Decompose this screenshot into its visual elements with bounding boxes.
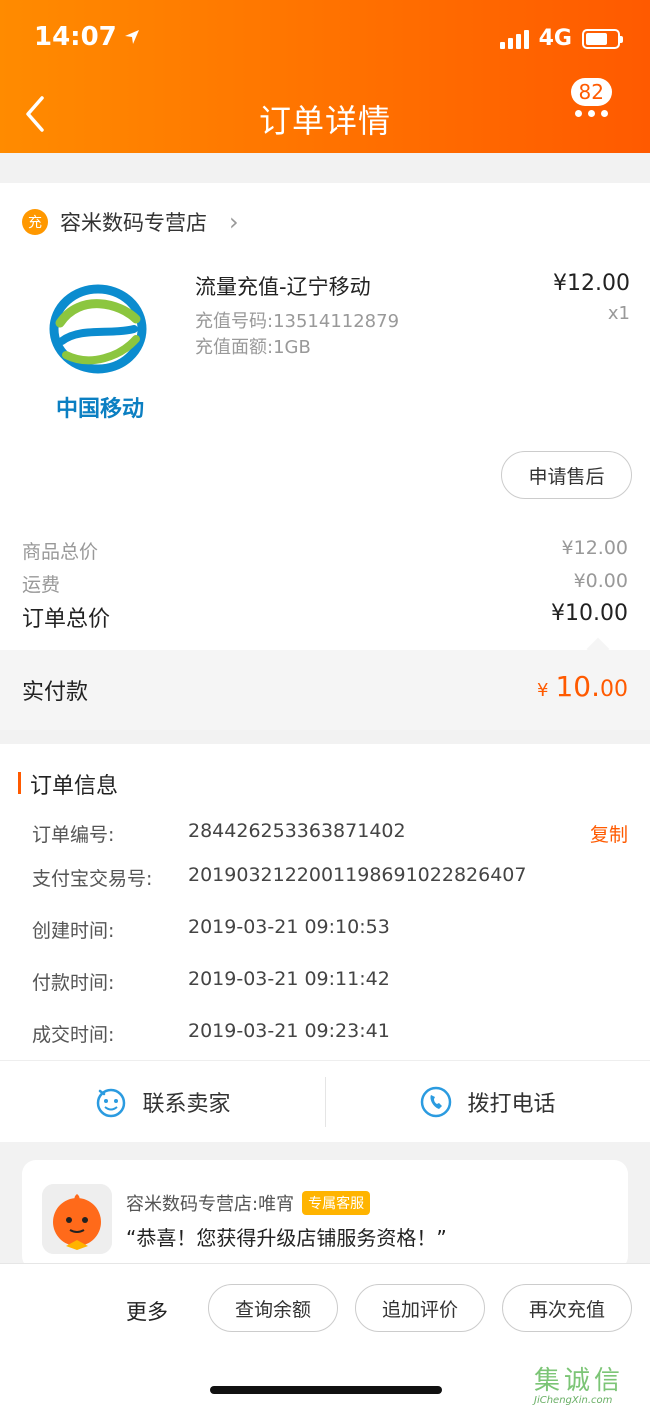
service-message-text: “恭喜！您获得升级店铺服务资格！” xyxy=(126,1226,447,1250)
header: 14:07 4G 订单详情 82 xyxy=(0,0,650,153)
info-value: 2019-03-21 09:10:53 xyxy=(188,916,390,938)
service-message-card[interactable]: 容米数码专营店:唯宵 专属客服 “恭喜！您获得升级店铺服务资格！” xyxy=(22,1160,628,1270)
clock: 14:07 xyxy=(34,22,117,52)
paid-amount: ¥ 10.00 xyxy=(537,670,628,703)
info-key: 付款时间: xyxy=(32,972,115,994)
shipping-value: ¥0.00 xyxy=(573,570,628,592)
copy-button[interactable]: 复制 xyxy=(590,820,628,847)
china-mobile-logo-icon xyxy=(49,284,147,374)
info-value: 2019-03-21 09:11:42 xyxy=(188,968,390,990)
info-value: 2019032122001198691022826407 xyxy=(188,864,527,886)
exclusive-service-tag: 专属客服 xyxy=(302,1191,371,1215)
info-key: 支付宝交易号: xyxy=(32,868,153,890)
goods-total-label: 商品总价 xyxy=(22,541,99,563)
network-label: 4G xyxy=(538,26,572,51)
location-arrow-icon xyxy=(124,30,139,44)
message-count-badge: 82 xyxy=(570,78,612,106)
china-mobile-logo[interactable]: 中国移动 xyxy=(40,283,160,423)
order-info-card: 订单信息 订单编号: 284426253363871402 复制 支付宝交易号:… xyxy=(0,744,650,1060)
watermark-cn: 集诚信 xyxy=(534,1366,625,1396)
contact-bar: 联系卖家 拨打电话 xyxy=(0,1060,650,1142)
service-avatar xyxy=(42,1184,112,1254)
watermark: 集诚信 JiChengXin.com xyxy=(534,1360,644,1406)
shop-name: 容米数码专营店 xyxy=(60,211,207,235)
product-price: ¥12.00 xyxy=(553,271,630,296)
add-review-button[interactable]: 追加评价 xyxy=(355,1284,485,1332)
goods-total-row: 商品总价 ¥12.00 xyxy=(22,537,628,564)
recharge-icon: 充 xyxy=(22,209,48,235)
info-key: 成交时间: xyxy=(32,1024,115,1046)
section-accent-bar xyxy=(18,772,21,794)
more-dots-icon xyxy=(575,110,608,117)
after-sale-button[interactable]: 申请售后 xyxy=(501,451,632,499)
info-key: 订单编号: xyxy=(32,824,115,846)
order-total-value: ¥10.00 xyxy=(551,601,628,626)
shipping-row: 运费 ¥0.00 xyxy=(22,570,628,597)
paid-decimal: 00 xyxy=(600,677,628,702)
phone-icon xyxy=(421,1086,452,1118)
order-total-label: 订单总价 xyxy=(22,607,111,632)
goods-total-value: ¥12.00 xyxy=(561,537,628,559)
recharge-phone: 充值号码:13514112879 xyxy=(195,311,400,332)
more-menu-button[interactable]: 82 xyxy=(570,78,630,140)
info-value: 284426253363871402 xyxy=(188,820,406,842)
chat-face-icon xyxy=(97,1088,126,1118)
nav-bar: 订单详情 82 xyxy=(0,78,650,153)
bottom-action-bar: 更多 查询余额 追加评价 再次充值 集诚信 JiChengXin.com xyxy=(0,1263,650,1407)
service-name-row: 容米数码专营店:唯宵 专属客服 xyxy=(126,1190,371,1216)
info-value: 2019-03-21 09:23:41 xyxy=(188,1020,390,1042)
call-phone-button[interactable]: 拨打电话 xyxy=(325,1061,650,1143)
order-total-row: 订单总价 ¥10.00 xyxy=(22,601,628,633)
recharge-again-button[interactable]: 再次充值 xyxy=(502,1284,632,1332)
signal-icon xyxy=(499,29,529,49)
chevron-right-icon: › xyxy=(229,208,239,236)
check-balance-button[interactable]: 查询余额 xyxy=(208,1284,338,1332)
home-indicator[interactable] xyxy=(210,1386,442,1394)
more-button[interactable]: 更多 xyxy=(126,1296,168,1326)
paid-label: 实付款 xyxy=(22,680,89,705)
order-info-title: 订单信息 xyxy=(30,774,119,799)
paid-currency: ¥ xyxy=(537,680,549,701)
shop-link[interactable]: 充 容米数码专营店 › xyxy=(22,207,239,237)
battery-icon xyxy=(582,28,623,49)
paid-amount-row: 实付款 ¥ 10.00 xyxy=(0,637,650,730)
status-time: 14:07 xyxy=(34,22,141,52)
contact-seller-button[interactable]: 联系卖家 xyxy=(0,1061,325,1143)
paid-integer: 10. xyxy=(555,670,600,703)
product-qty: x1 xyxy=(607,303,630,324)
shipping-label: 运费 xyxy=(22,574,61,596)
brand-text: 中国移动 xyxy=(55,397,144,422)
product-title[interactable]: 流量充值-辽宁移动 xyxy=(195,271,371,301)
status-right: 4G xyxy=(499,26,623,51)
info-key: 创建时间: xyxy=(32,920,115,942)
watermark-en: JiChengXin.com xyxy=(534,1395,613,1406)
product-card: 充 容米数码专营店 › 中国移动 流量充值-辽宁移动 充值号码:13514112… xyxy=(0,183,650,653)
orange-mascot-icon xyxy=(42,1184,112,1254)
page-title: 订单详情 xyxy=(258,102,391,140)
contact-seller-label: 联系卖家 xyxy=(142,1092,231,1117)
call-phone-label: 拨打电话 xyxy=(467,1092,556,1117)
status-bar: 14:07 4G xyxy=(0,0,650,80)
recharge-amount: 充值面额:1GB xyxy=(195,337,311,358)
service-name: 容米数码专营店:唯宵 xyxy=(126,1194,295,1215)
